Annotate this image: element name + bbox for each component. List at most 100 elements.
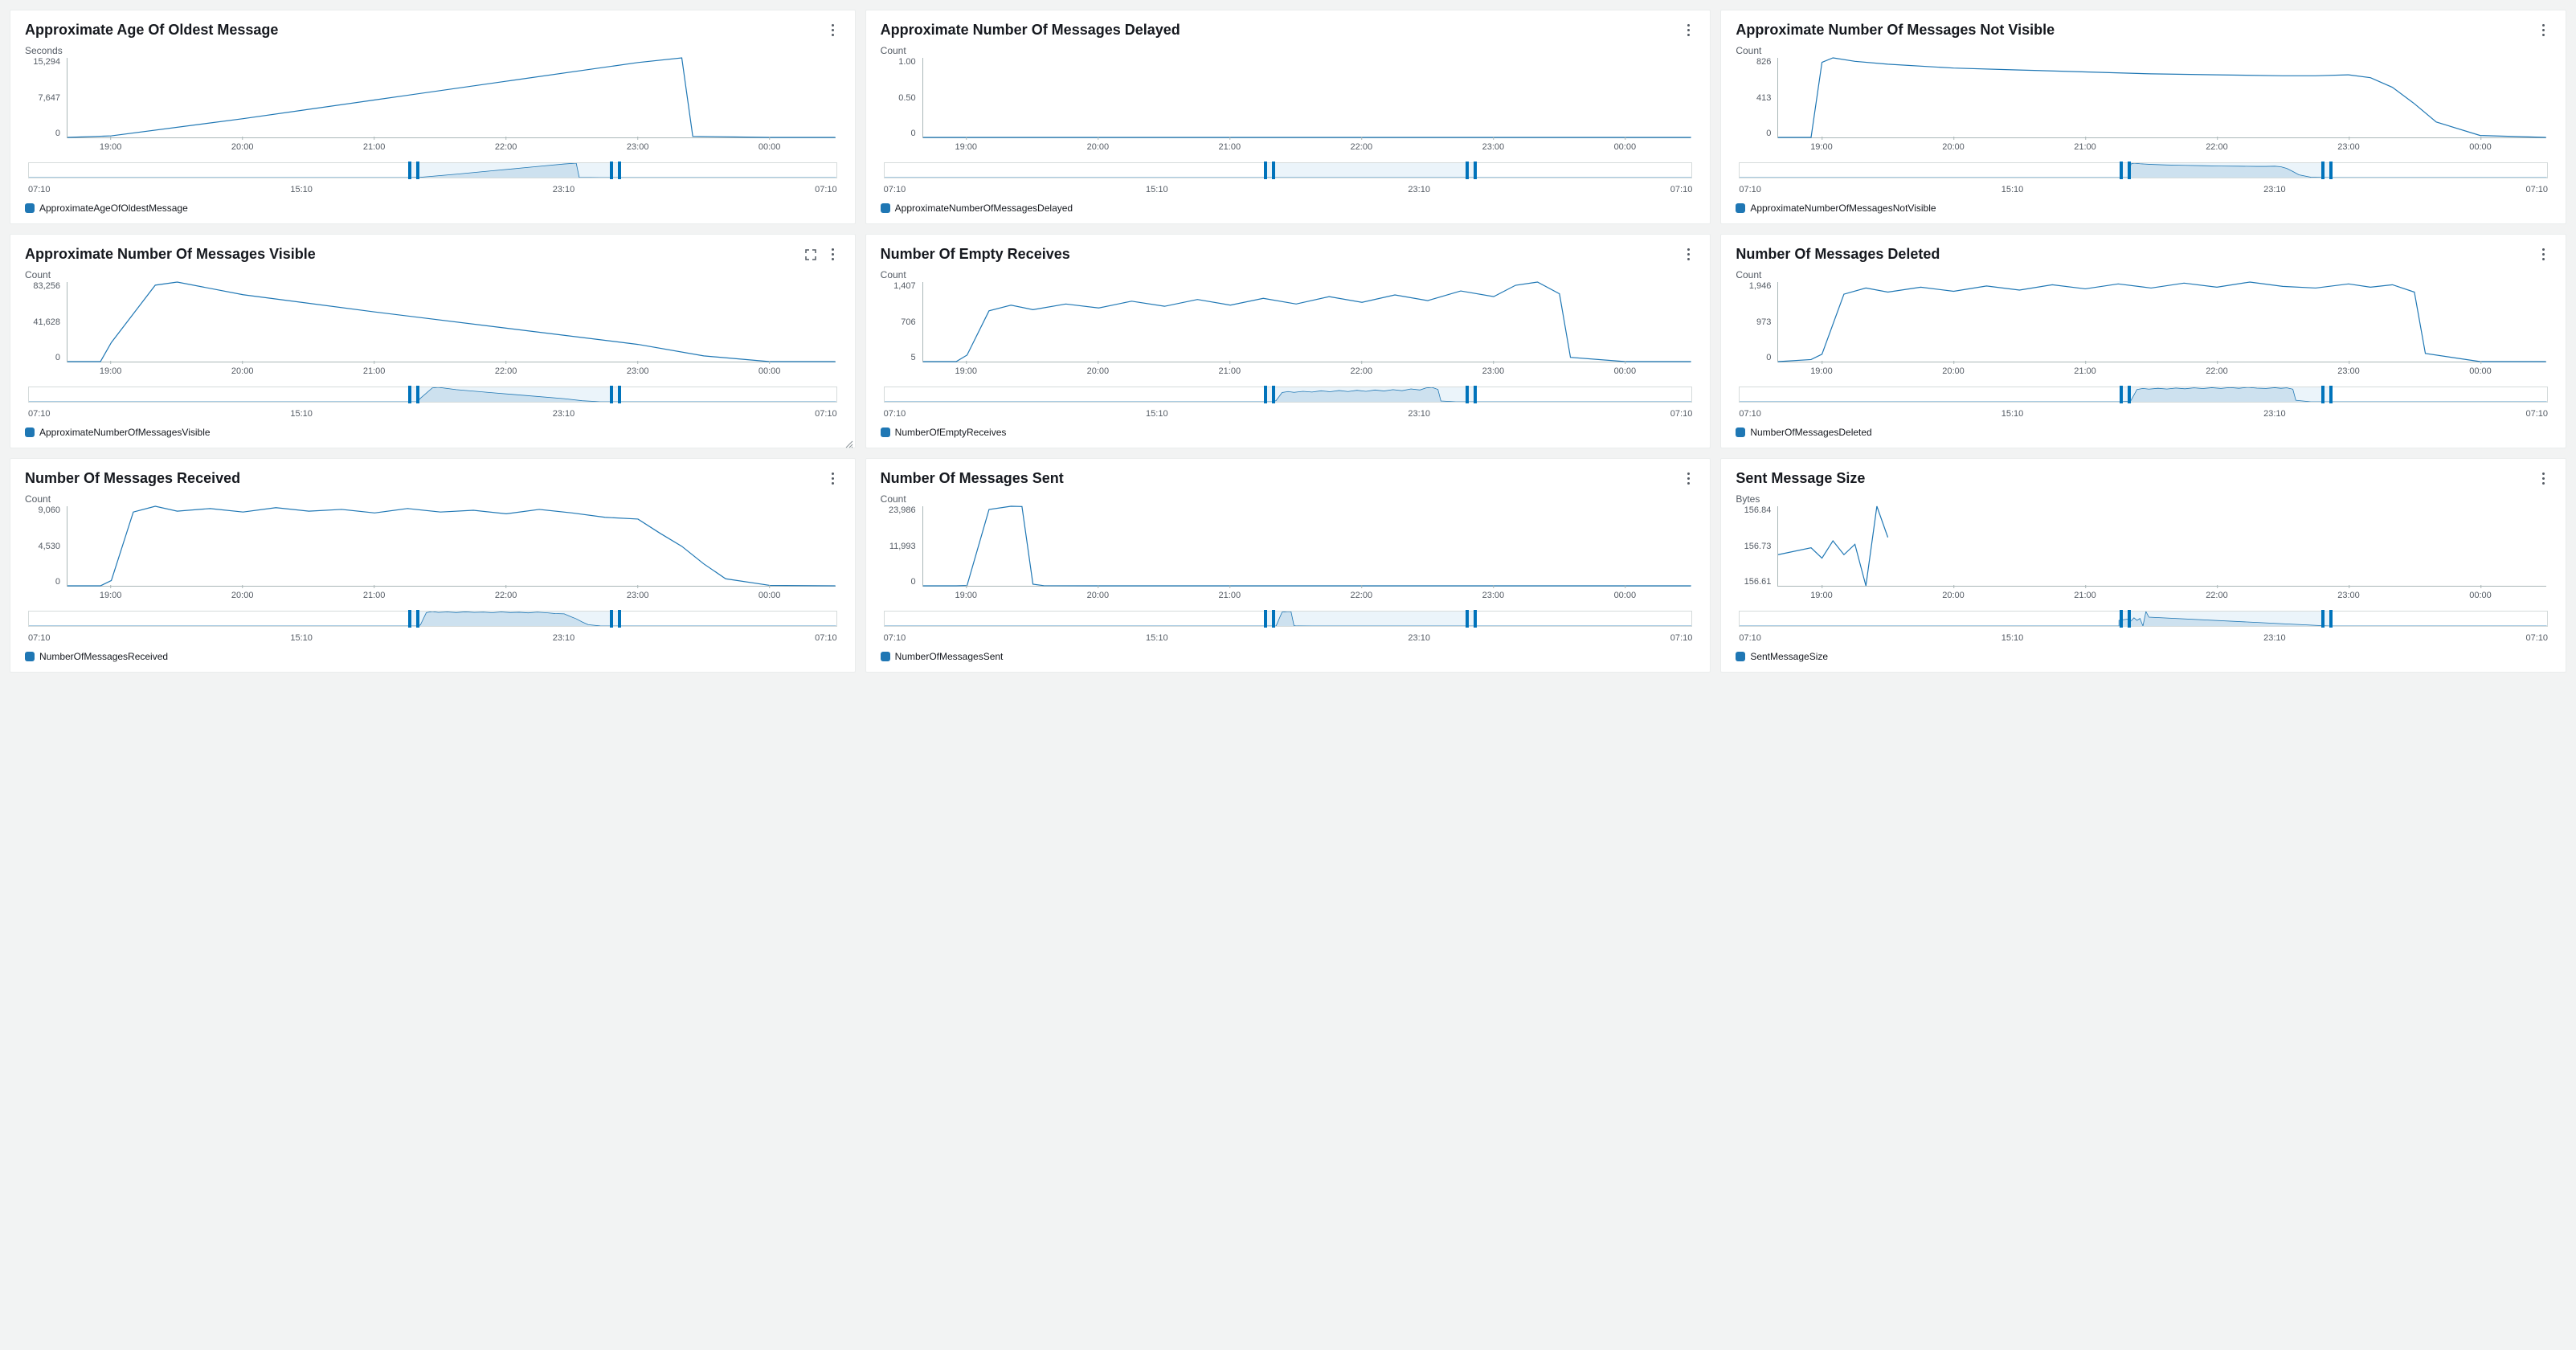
more-menu-icon[interactable] [826,472,840,486]
more-menu-icon[interactable] [1681,248,1695,262]
chart-legend[interactable]: ApproximateAgeOfOldestMessage [25,202,840,214]
chart-legend[interactable]: NumberOfMessagesDeleted [1736,427,2551,438]
x-tick-label: 20:00 [1942,140,1965,154]
time-range-overview[interactable] [28,387,837,403]
resize-handle[interactable] [845,438,853,446]
chart-plot-area[interactable]: 23,98611,9930 19:0020:0021:0022:0023:000… [882,506,1696,603]
overview-handle[interactable] [1466,162,1469,179]
chart-legend[interactable]: NumberOfEmptyReceives [881,427,1696,438]
chart-plot-area[interactable]: 15,2947,6470 19:0020:0021:0022:0023:0000… [27,58,840,154]
overview-tick-label: 07:10 [1670,185,1693,194]
overview-handle[interactable] [1272,386,1275,403]
overview-handle[interactable] [618,610,621,628]
overview-handle[interactable] [2321,162,2325,179]
time-range-overview[interactable] [1739,611,2548,627]
overview-handle[interactable] [610,386,613,403]
overview-ticks: 07:1015:1023:1007:10 [1739,633,2548,643]
overview-handle[interactable] [1272,610,1275,628]
overview-handle[interactable] [408,162,411,179]
y-tick-label: 0.50 [882,94,919,103]
chart-legend[interactable]: SentMessageSize [1736,651,2551,662]
overview-handle[interactable] [408,386,411,403]
metric-card-sentsize: Sent Message Size Bytes 156.84156.73156.… [1720,458,2566,673]
x-tick-label: 00:00 [1614,140,1637,154]
overview-handle[interactable] [1264,162,1267,179]
overview-handle[interactable] [2128,162,2131,179]
overview-handle[interactable] [1474,610,1477,628]
overview-handle[interactable] [618,162,621,179]
overview-handle[interactable] [416,162,419,179]
overview-ticks: 07:1015:1023:1007:10 [1739,185,2548,194]
time-range-overview[interactable] [884,611,1693,627]
chart-plot-area[interactable]: 1.000.500 19:0020:0021:0022:0023:0000:00 [882,58,1696,154]
overview-handle[interactable] [1466,610,1469,628]
x-tick-label: 19:00 [955,140,978,154]
chart-legend[interactable]: NumberOfMessagesSent [881,651,1696,662]
time-range-overview[interactable] [884,162,1693,178]
time-range-overview[interactable] [28,162,837,178]
chart-legend[interactable]: NumberOfMessagesReceived [25,651,840,662]
more-menu-icon[interactable] [826,23,840,38]
more-menu-icon[interactable] [2537,472,2551,486]
more-menu-icon[interactable] [1681,472,1695,486]
overview-handle[interactable] [2321,386,2325,403]
overview-handle[interactable] [416,610,419,628]
y-tick-label: 0 [882,578,919,587]
chart-plot-area[interactable]: 156.84156.73156.61 19:0020:0021:0022:002… [1737,506,2551,603]
overview-tick-label: 07:10 [2525,409,2548,419]
chart-plot-area[interactable]: 1,9469730 19:0020:0021:0022:0023:0000:00 [1737,282,2551,378]
overview-handle[interactable] [2329,162,2333,179]
chart-legend[interactable]: ApproximateNumberOfMessagesNotVisible [1736,202,2551,214]
overview-handle[interactable] [1264,386,1267,403]
overview-handle[interactable] [2128,386,2131,403]
expand-icon[interactable] [803,248,818,262]
x-tick-label: 20:00 [231,140,254,154]
overview-handle[interactable] [618,386,621,403]
overview-handle[interactable] [1466,386,1469,403]
more-menu-icon[interactable] [1681,23,1695,38]
more-menu-icon[interactable] [2537,23,2551,38]
metric-card-delayed: Approximate Number Of Messages Delayed C… [865,10,1711,224]
y-tick-label: 9,060 [27,506,63,515]
x-tick-label: 21:00 [1219,364,1241,378]
time-range-overview[interactable] [1739,162,2548,178]
overview-handle[interactable] [610,610,613,628]
overview-handle[interactable] [1474,162,1477,179]
overview-handle[interactable] [1272,162,1275,179]
y-axis-unit: Count [25,269,840,280]
y-tick-label: 1,946 [1737,282,1774,291]
overview-handle[interactable] [2321,610,2325,628]
chart-plot-area[interactable]: 1,4077065 19:0020:0021:0022:0023:0000:00 [882,282,1696,378]
time-range-overview[interactable] [1739,387,2548,403]
overview-handle[interactable] [1264,610,1267,628]
more-menu-icon[interactable] [2537,248,2551,262]
chart-legend[interactable]: ApproximateNumberOfMessagesDelayed [881,202,1696,214]
chart-title: Number Of Messages Deleted [1736,246,1940,263]
overview-handle[interactable] [610,162,613,179]
chart-title: Approximate Number Of Messages Not Visib… [1736,22,2055,39]
time-range-overview[interactable] [884,387,1693,403]
chart-plot-area[interactable]: 8264130 19:0020:0021:0022:0023:0000:00 [1737,58,2551,154]
legend-label: ApproximateNumberOfMessagesNotVisible [1750,202,1936,214]
overview-handle[interactable] [408,610,411,628]
x-tick-label: 22:00 [2206,364,2228,378]
x-tick-label: 23:00 [1482,364,1505,378]
overview-handle[interactable] [2120,610,2123,628]
overview-handle[interactable] [2128,610,2131,628]
x-tick-label: 21:00 [2074,364,2096,378]
chart-legend[interactable]: ApproximateNumberOfMessagesVisible [25,427,840,438]
metrics-grid: Approximate Age Of Oldest Message Second… [0,0,2576,682]
time-range-overview[interactable] [28,611,837,627]
y-tick-label: 706 [882,318,919,327]
chart-plot-area[interactable]: 83,25641,6280 19:0020:0021:0022:0023:000… [27,282,840,378]
overview-handle[interactable] [2329,610,2333,628]
overview-handle[interactable] [2120,162,2123,179]
chart-plot-area[interactable]: 9,0604,5300 19:0020:0021:0022:0023:0000:… [27,506,840,603]
overview-handle[interactable] [2120,386,2123,403]
overview-handle[interactable] [416,386,419,403]
overview-tick-label: 07:10 [1739,185,1761,194]
more-menu-icon[interactable] [826,248,840,262]
y-tick-label: 15,294 [27,58,63,67]
overview-handle[interactable] [2329,386,2333,403]
overview-handle[interactable] [1474,386,1477,403]
